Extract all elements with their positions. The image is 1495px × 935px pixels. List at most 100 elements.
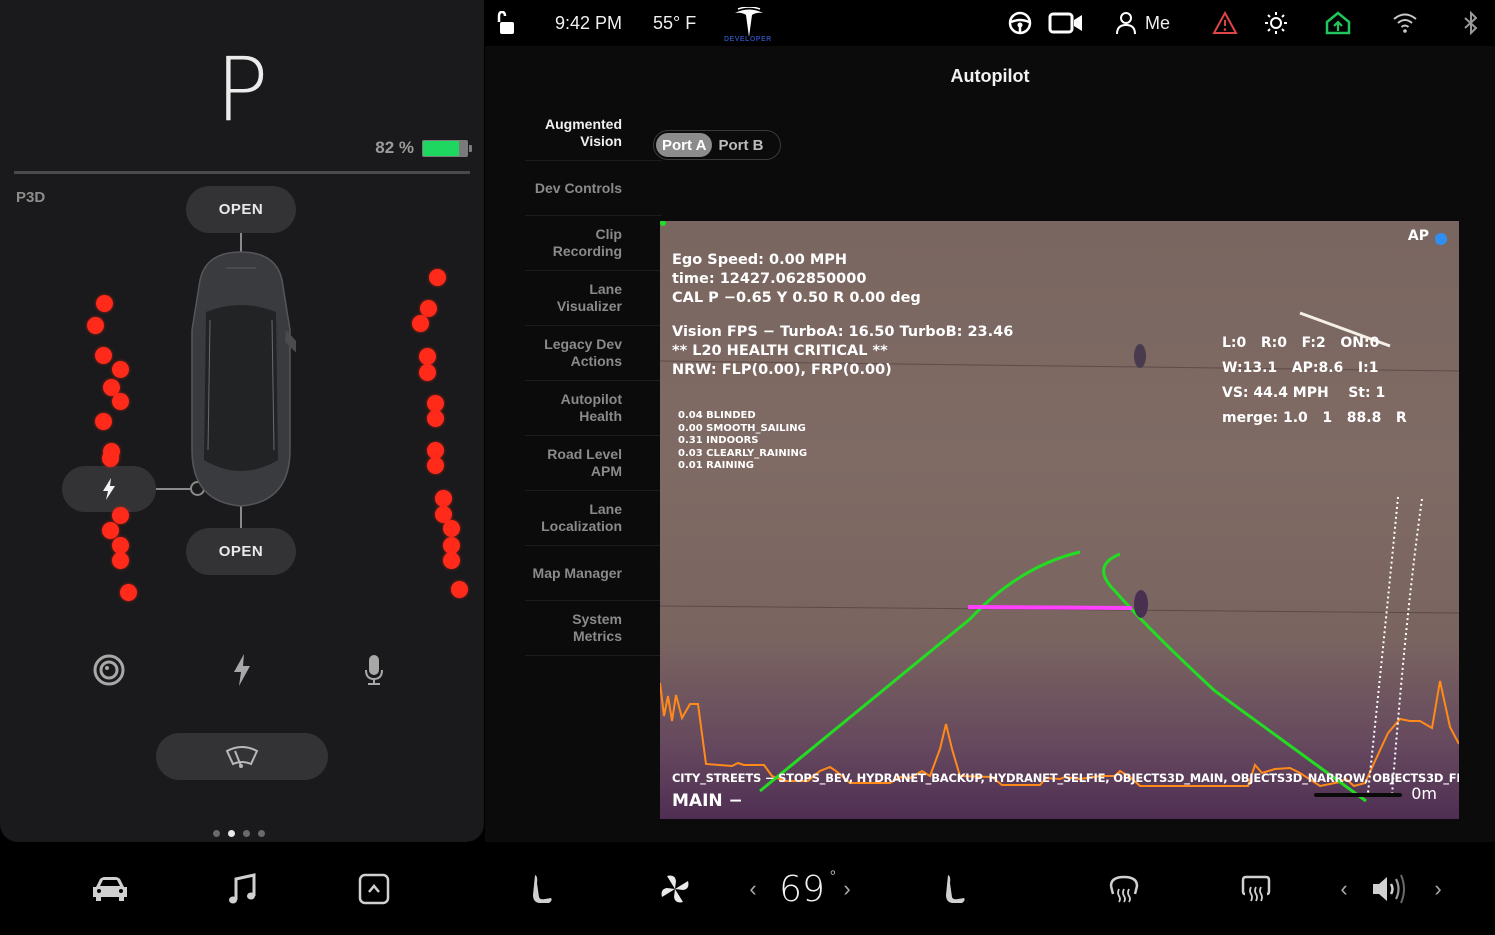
menu-item-clip-recording[interactable]: Clip Recording	[525, 216, 662, 271]
dock-rear-defrost-button[interactable]	[1236, 867, 1276, 911]
weather-score: 0.01	[678, 460, 703, 471]
menu-item-lane-localization[interactable]: Lane Localization	[525, 491, 662, 546]
weather-score: 0.00	[678, 422, 703, 434]
weather-score-row: 0.31 INDOORS	[678, 435, 807, 448]
wifi-button[interactable]	[1392, 0, 1418, 46]
menu-item-label: Clip Recording	[552, 226, 622, 259]
planned-path-left	[1367, 496, 1399, 794]
dock-passenger-seat-heater-button[interactable]	[935, 867, 975, 911]
menu-item-legacy-dev-actions[interactable]: Legacy Dev Actions	[525, 326, 662, 381]
microphone-icon	[365, 655, 383, 685]
page-dot[interactable]	[243, 830, 250, 837]
cabin-temperature[interactable]: 69 °	[775, 867, 837, 911]
menu-item-dev-controls[interactable]: Dev Controls	[525, 161, 662, 216]
display-brightness-button[interactable]	[1264, 0, 1288, 46]
divider	[14, 171, 470, 174]
port-selector: Port A Port B	[653, 130, 781, 160]
profile-button[interactable]: Me	[1115, 0, 1170, 46]
weather-score: 0.31	[678, 435, 703, 446]
car-top-view	[191, 251, 296, 507]
charge-port-button[interactable]	[62, 466, 156, 512]
music-icon	[229, 873, 256, 904]
dock-car-button[interactable]	[88, 867, 132, 911]
augmented-vision-feed: Ego Speed: 0.00 MPH time: 12427.062850000…	[660, 221, 1459, 819]
overlay-line: Ego Speed: 0.00 MPH	[672, 252, 848, 268]
weather-score: 0.03	[678, 447, 703, 459]
dock-front-defrost-button[interactable]	[1104, 867, 1144, 911]
seat-heater-icon	[946, 875, 965, 903]
page-dot[interactable]	[258, 830, 265, 837]
lock-button[interactable]	[495, 0, 515, 46]
menu-item-augmented-vision[interactable]: Augmented Vision	[525, 106, 662, 161]
overlay-line	[672, 308, 1013, 323]
page-dot[interactable]	[213, 830, 220, 837]
obstacle-dot	[419, 348, 436, 365]
alerts-button[interactable]	[1212, 0, 1238, 46]
temp-up-button[interactable]: ›	[836, 867, 858, 911]
homelink-icon	[1325, 11, 1351, 35]
weather-score-row: 0.04 BLINDED	[678, 410, 807, 423]
weather-score-row: 0.01 RAINING	[678, 460, 807, 473]
obstacle-dot	[443, 552, 460, 569]
autopilot-label: AP	[1407, 228, 1429, 244]
voice-button[interactable]	[354, 650, 394, 690]
dashcam-button[interactable]	[89, 650, 129, 690]
front-defrost-icon	[1109, 875, 1139, 903]
obstacle-dot	[120, 584, 137, 601]
obstacle-dot	[112, 552, 129, 569]
dock-app-launcher-button[interactable]	[352, 867, 396, 911]
dashcam-status-button[interactable]	[1048, 0, 1084, 46]
menu-item-label: Road Level APM	[547, 446, 622, 479]
bottom-dock: ‹ 69 ° › ‹ ›	[0, 842, 1495, 935]
page-indicator	[213, 830, 265, 837]
car-status-panel: P 82 % P3D OPEN OPEN	[0, 0, 484, 842]
port-a-option[interactable]: Port A	[656, 133, 713, 157]
volume-button[interactable]	[1366, 867, 1412, 911]
weather-score: 0.04	[678, 410, 703, 421]
battery-fill	[423, 140, 460, 156]
overlay-line: VS: 44.4 MPH St: 1	[1222, 385, 1386, 401]
weather-classifier-overlay: 0.04 BLINDED 0.00 SMOOTH_SAILING 0.31 INDO…	[678, 410, 807, 473]
menu-item-autopilot-health[interactable]: Autopilot Health	[525, 381, 662, 436]
temperature-value: 69	[779, 868, 825, 910]
menu-item-system-metrics[interactable]: System Metrics	[525, 601, 662, 656]
overlay-line: ** L20 HEALTH CRITICAL **	[672, 342, 888, 359]
vehicle-info-overlay: Ego Speed: 0.00 MPH time: 12427.062850000…	[672, 251, 1013, 380]
autopilot-settings-button[interactable]	[1008, 0, 1032, 46]
wiper-button[interactable]	[156, 733, 328, 780]
menu-item-lane-visualizer[interactable]: Lane Visualizer	[525, 271, 662, 326]
menu-item-label: Map Manager	[532, 564, 622, 581]
dock-driver-seat-heater-button[interactable]	[522, 867, 562, 911]
overlay-line: NRW: FLP(0.00), FRP(0.00)	[672, 361, 892, 378]
obstacle-dot	[112, 393, 129, 410]
menu-item-label: System Metrics	[572, 611, 622, 644]
port-b-option[interactable]: Port B	[712, 133, 769, 157]
steering-wheel-icon	[1008, 11, 1032, 35]
dashcam-icon	[1048, 12, 1082, 34]
corner-marker	[660, 221, 666, 226]
menu-item-road-level-apm[interactable]: Road Level APM	[525, 436, 662, 491]
homelink-button[interactable]	[1325, 0, 1351, 46]
overlay-line: CAL P −0.65 Y 0.50 R 0.00 deg	[672, 290, 921, 306]
obstacle-dot	[96, 295, 113, 312]
dashcam-icon	[93, 654, 125, 686]
obstacle-dot	[102, 450, 119, 467]
wifi-icon	[1393, 13, 1417, 33]
page-title: Autopilot	[950, 66, 1030, 86]
weather-label: CLEARLY_RAINING	[706, 447, 808, 459]
open-trunk-button[interactable]: OPEN	[186, 528, 296, 575]
open-frunk-button[interactable]: OPEN	[186, 186, 296, 233]
volume-up-button[interactable]: ›	[1427, 867, 1449, 911]
dock-music-button[interactable]	[220, 867, 264, 911]
temp-down-button[interactable]: ‹	[742, 867, 764, 911]
page-dot[interactable]	[228, 830, 235, 837]
planned-path-right	[1391, 498, 1423, 796]
bluetooth-button[interactable]	[1463, 0, 1479, 46]
obstacle-dot	[412, 315, 429, 332]
charging-button[interactable]	[222, 650, 262, 690]
menu-item-map-manager[interactable]: Map Manager	[525, 546, 662, 601]
volume-down-button[interactable]: ‹	[1333, 867, 1355, 911]
bluetooth-icon	[1464, 11, 1478, 35]
obstacle-dot	[419, 364, 436, 381]
dock-fan-button[interactable]	[655, 867, 695, 911]
